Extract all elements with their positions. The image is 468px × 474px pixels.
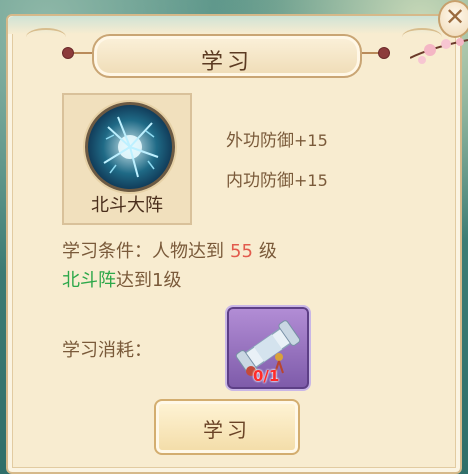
dialog-title: 学习 <box>200 50 253 75</box>
stat-inner-defense: 内功防御+15 <box>226 166 328 191</box>
close-icon: ✕ <box>444 3 466 31</box>
cost-label: 学习消耗： <box>62 340 152 361</box>
stat-label: 内功防御 <box>226 171 294 191</box>
learn-button[interactable]: 学习 <box>154 399 300 455</box>
skill-card: 北斗大阵 <box>62 93 192 225</box>
learn-button-label: 学习 <box>203 418 251 442</box>
corner-ornament <box>26 28 66 46</box>
requirement-level: 学习条件：人物达到 55 级 <box>62 237 277 263</box>
lightning-cracks <box>103 116 159 178</box>
title-plaque: 学习 <box>92 34 362 78</box>
panel-top-band <box>8 16 460 34</box>
item-count: 0/1 <box>253 367 280 385</box>
skill-name: 北斗大阵 <box>91 195 163 216</box>
stat-outer-defense: 外功防御+15 <box>226 126 328 151</box>
stat-value: +15 <box>294 171 328 190</box>
stat-value: +15 <box>294 131 328 150</box>
requirement-level-number: 55 <box>230 241 253 262</box>
requirement-skill-suffix: 达到1级 <box>116 270 182 291</box>
lightning-orb-icon <box>85 102 175 192</box>
requirement-prefix: 学习条件：人物达到 <box>62 241 224 262</box>
title-ornament-knob <box>62 47 74 59</box>
requirement-skill: 北斗阵达到1级 <box>62 266 181 292</box>
plum-blossom-decoration <box>410 38 468 64</box>
requirement-skill-name: 北斗阵 <box>62 270 116 291</box>
cost-item-slot[interactable]: 0/1 <box>225 305 311 391</box>
requirement-suffix: 级 <box>258 241 277 262</box>
stat-label: 外功防御 <box>226 131 294 151</box>
title-ornament-knob <box>378 47 390 59</box>
